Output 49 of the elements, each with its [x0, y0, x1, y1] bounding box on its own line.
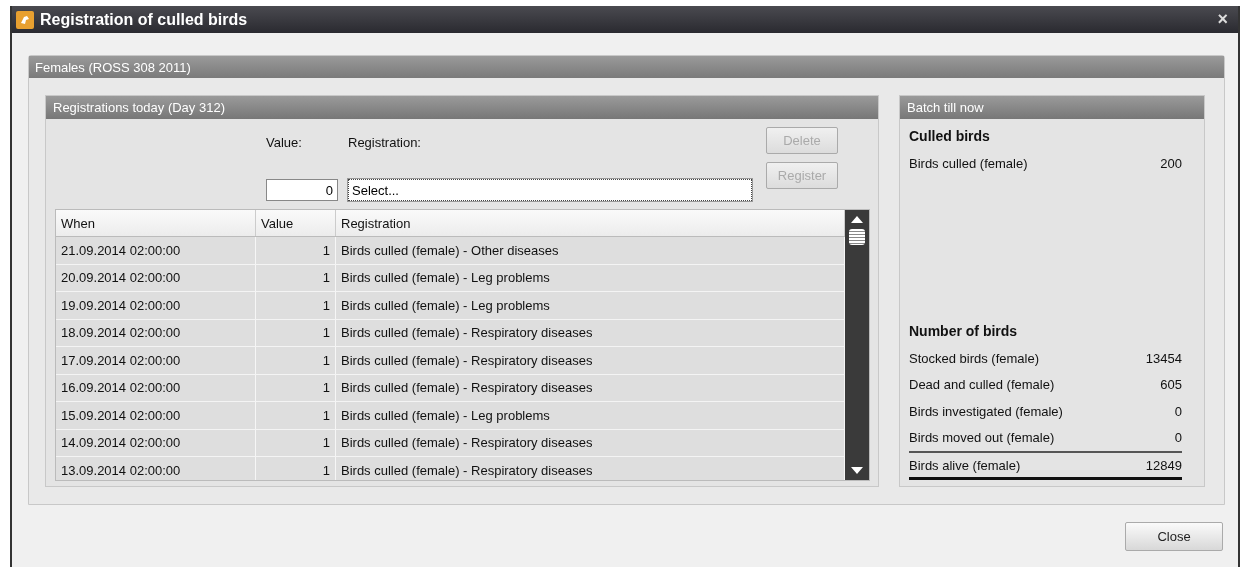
stat-label: Birds culled (female) [909, 155, 1028, 171]
table-cell: 1 [256, 237, 336, 264]
close-button[interactable]: × [1213, 9, 1232, 30]
table-cell: 1 [256, 402, 336, 429]
table-cell: 18.09.2014 02:00:00 [56, 319, 256, 346]
table-cell: 1 [256, 319, 336, 346]
table-cell: 21.09.2014 02:00:00 [56, 237, 256, 264]
table-cell: 16.09.2014 02:00:00 [56, 374, 256, 401]
table-cell: 1 [256, 347, 336, 374]
panel-title: Registrations today (Day 312) [53, 100, 225, 115]
table-cell: 1 [256, 429, 336, 456]
table-cell: 1 [256, 457, 336, 480]
table-cell: 19.09.2014 02:00:00 [56, 292, 256, 319]
registration-field[interactable]: Select... [348, 179, 752, 201]
panel-title: Batch till now [907, 100, 984, 115]
column-header[interactable]: When [56, 210, 256, 236]
stat-label: Birds alive (female) [909, 457, 1021, 473]
stat-label: Dead and culled (female) [909, 377, 1055, 393]
group-title: Females (ROSS 308 2011) [35, 59, 191, 75]
scroll-up-icon[interactable] [851, 215, 863, 223]
close-dialog-button[interactable]: Close [1125, 521, 1223, 551]
column-header[interactable]: Value [256, 210, 336, 236]
table-cell: 17.09.2014 02:00:00 [56, 347, 256, 374]
stat-label: Birds investigated (female) [909, 403, 1063, 419]
table-cell: 1 [256, 374, 336, 401]
app-icon [16, 10, 34, 29]
value-field[interactable]: 0 [266, 179, 338, 201]
table-cell: 14.09.2014 02:00:00 [56, 429, 256, 456]
section-heading: Culled birds [909, 128, 991, 144]
stat-value: 0 [1174, 403, 1182, 419]
scroll-thumb[interactable] [849, 229, 865, 245]
value-label: Value: [266, 135, 303, 151]
scroll-down-icon[interactable] [851, 467, 863, 475]
stat-value: 200 [1160, 155, 1182, 171]
registration-label: Registration: [348, 135, 422, 151]
stat-value: 13454 [1145, 350, 1182, 366]
table-cell: 13.09.2014 02:00:00 [56, 457, 256, 480]
section-heading: Number of birds [909, 323, 1019, 339]
stat-value: 12849 [1145, 457, 1182, 473]
table-cell: 1 [256, 292, 336, 319]
stat-value: 0 [1174, 430, 1182, 446]
window-title: Registration of culled birds [40, 10, 249, 29]
table-cell: 1 [256, 264, 336, 291]
table-cell: 20.09.2014 02:00:00 [56, 264, 256, 291]
stat-label: Birds moved out (female) [909, 430, 1055, 446]
stat-label: Stocked birds (female) [909, 350, 1040, 366]
stat-value: 605 [1160, 377, 1182, 393]
scrollbar[interactable] [845, 210, 869, 480]
table-cell: 15.09.2014 02:00:00 [56, 402, 256, 429]
